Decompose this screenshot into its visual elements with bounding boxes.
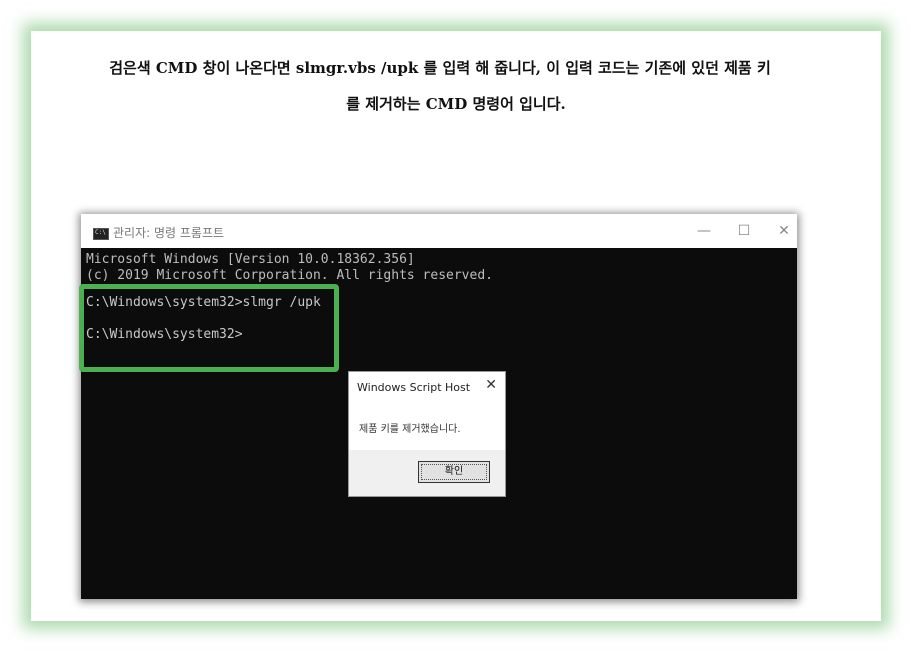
highlight-box bbox=[79, 284, 339, 372]
content-frame: 검은색 CMD 창이 나온다면 slmgr.vbs /upk 를 입력 해 줍니… bbox=[31, 31, 881, 621]
close-button[interactable]: ✕ bbox=[769, 220, 799, 242]
caption-line-1: 검은색 CMD 창이 나온다면 slmgr.vbs /upk 를 입력 해 줍니… bbox=[109, 59, 771, 77]
dialog-title: Windows Script Host bbox=[357, 381, 471, 394]
cmd-icon: C:\ bbox=[93, 228, 109, 240]
command-prompt-window: C:\ 관리자: 명령 프롬프트 — ☐ ✕ Microsoft Windows… bbox=[79, 214, 797, 599]
dialog-footer: 확인 bbox=[349, 450, 505, 496]
ok-focus-ring bbox=[421, 464, 487, 480]
maximize-button[interactable]: ☐ bbox=[729, 220, 759, 242]
dialog-close-icon[interactable]: ✕ bbox=[485, 377, 497, 393]
script-host-dialog: Windows Script Host ✕ 제품 키를 제거했습니다. 확인 bbox=[348, 371, 506, 497]
title-bar[interactable]: C:\ 관리자: 명령 프롬프트 — ☐ ✕ bbox=[81, 214, 797, 248]
console-line: Microsoft Windows [Version 10.0.18362.35… bbox=[86, 252, 415, 267]
minimize-button[interactable]: — bbox=[689, 220, 719, 242]
cmd-icon-label: C:\ bbox=[95, 229, 106, 236]
dialog-message: 제품 키를 제거했습니다. bbox=[359, 424, 461, 435]
console-output: Microsoft Windows [Version 10.0.18362.35… bbox=[86, 252, 493, 284]
console-line: (c) 2019 Microsoft Corporation. All righ… bbox=[86, 268, 493, 283]
caption-line-2: 를 제거하는 CMD 명령어 입니다. bbox=[346, 95, 566, 113]
ok-button[interactable]: 확인 bbox=[418, 461, 490, 483]
window-title: 관리자: 명령 프롬프트 bbox=[113, 226, 225, 240]
